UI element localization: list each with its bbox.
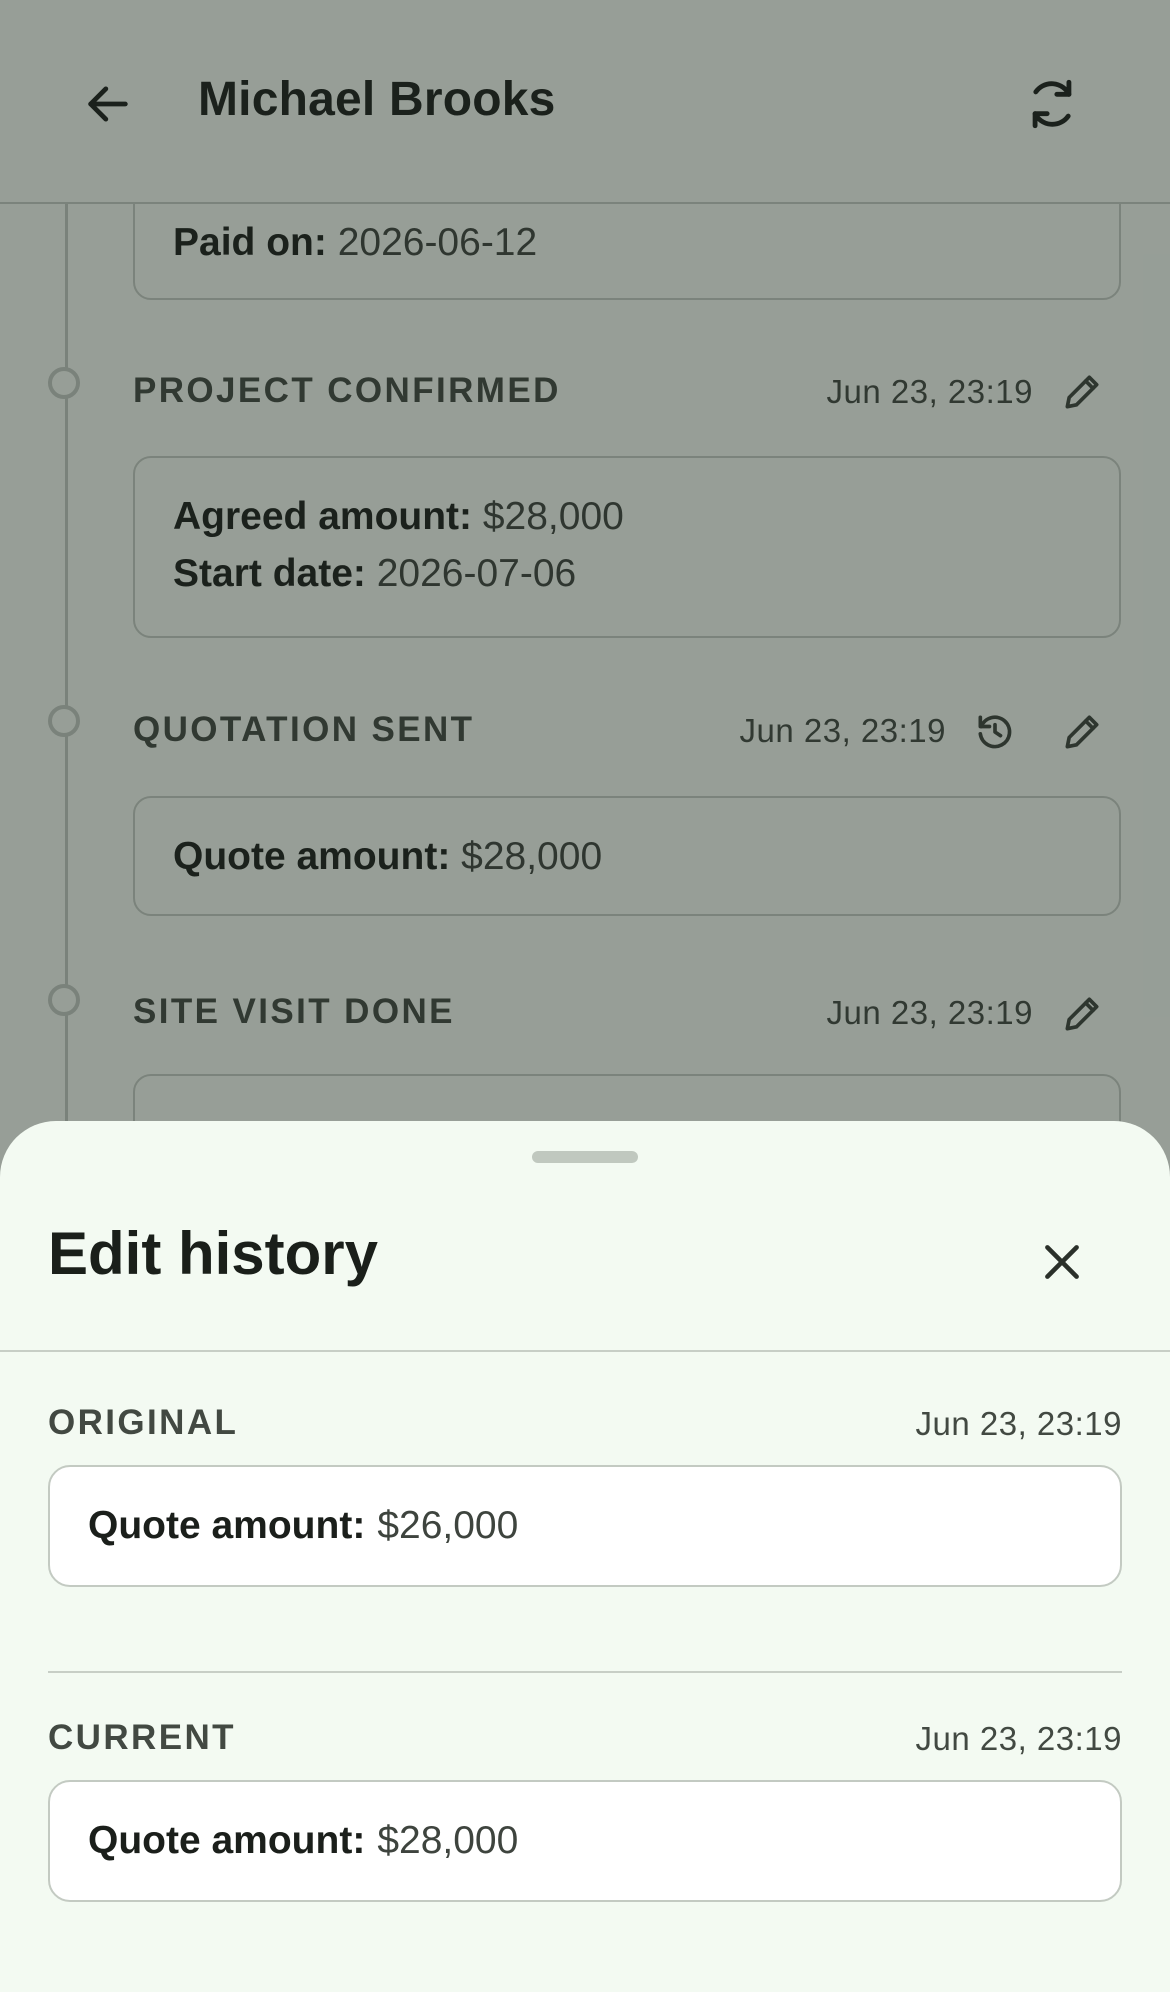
field-label: Quote amount: — [88, 1819, 366, 1862]
sheet-title: Edit history — [48, 1220, 379, 1287]
field-label: Quote amount: — [88, 1504, 366, 1547]
current-time: Jun 23, 23:19 — [915, 1720, 1122, 1757]
divider — [0, 1350, 1170, 1352]
original-time: Jun 23, 23:19 — [915, 1405, 1122, 1442]
drag-handle[interactable] — [532, 1151, 638, 1163]
field-value: $26,000 — [377, 1504, 519, 1547]
field-value: $28,000 — [377, 1819, 519, 1862]
original-card: Quote amount: $26,000 — [48, 1465, 1122, 1587]
current-card: Quote amount: $28,000 — [48, 1780, 1122, 1902]
original-label: ORIGINAL — [48, 1403, 239, 1442]
divider — [48, 1671, 1122, 1673]
current-label: CURRENT — [48, 1718, 236, 1757]
close-icon[interactable] — [1026, 1226, 1098, 1298]
edit-history-sheet: Edit history ORIGINAL Jun 23, 23:19 Quot… — [0, 1121, 1170, 1992]
